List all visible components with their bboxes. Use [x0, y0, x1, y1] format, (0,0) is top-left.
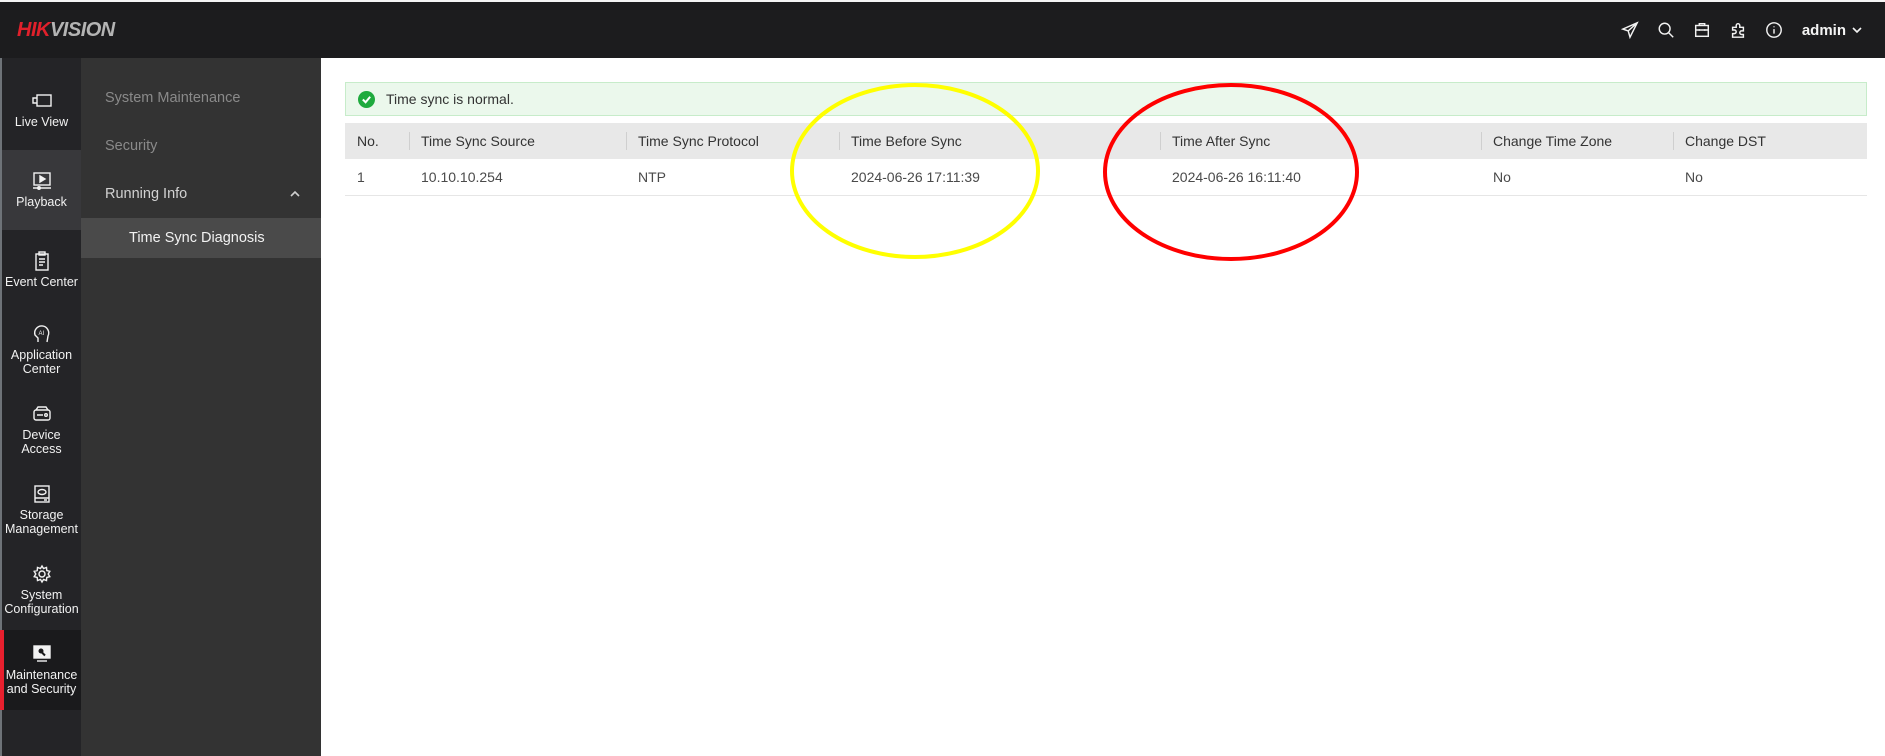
submenu-security[interactable]: Security — [81, 126, 321, 166]
column-header: No. — [357, 133, 379, 149]
puzzle-icon[interactable] — [1728, 20, 1748, 40]
main-nav-rail: Live View Playback Event Center AI Appli… — [0, 58, 81, 756]
submenu-label: Security — [105, 138, 158, 154]
column-header: Change DST — [1673, 123, 1867, 159]
nav-storage-management[interactable]: Storage Management — [2, 470, 81, 550]
submenu-system-maintenance[interactable]: System Maintenance — [81, 78, 321, 118]
nav-label: Device Access — [21, 428, 62, 456]
nav-live-view[interactable]: Live View — [2, 70, 81, 150]
nav-event-center[interactable]: Event Center — [2, 230, 81, 310]
nav-label: System Configuration — [4, 588, 79, 616]
hdd-icon — [33, 485, 50, 503]
table-header: No. Time Sync Source Time Sync Protocol … — [345, 123, 1867, 159]
submenu-running-info[interactable]: Running Info — [81, 174, 321, 214]
chevron-up-icon[interactable] — [289, 188, 301, 200]
hikvision-logo: HIKVISION — [17, 19, 115, 42]
nav-label: Application Center — [10, 348, 73, 376]
status-alert: Time sync is normal. — [345, 82, 1867, 116]
table-row: 1 10.10.10.254 NTP 2024-06-26 17:11:39 2… — [345, 159, 1867, 196]
cell-time-after-sync: 2024-06-26 16:11:40 — [1172, 169, 1301, 185]
time-sync-table: No. Time Sync Source Time Sync Protocol … — [345, 123, 1867, 196]
maintenance-icon — [32, 645, 51, 662]
nav-label: Playback — [16, 195, 67, 209]
nav-label: Storage Management — [5, 508, 78, 536]
nav-label: Live View — [14, 115, 69, 129]
chevron-down-icon — [1852, 27, 1862, 34]
nav-label: Event Center — [5, 275, 78, 289]
top-header: HIKVISION admin — [0, 2, 1885, 58]
check-circle-icon — [358, 90, 375, 108]
send-icon[interactable] — [1620, 20, 1640, 40]
clipboard-icon — [34, 251, 49, 271]
column-header: Time Sync Protocol — [626, 123, 839, 159]
alert-message: Time sync is normal. — [386, 91, 514, 107]
column-header: Time Before Sync — [839, 123, 1160, 159]
submenu-time-sync-diagnosis[interactable]: Time Sync Diagnosis — [81, 218, 321, 258]
device-icon — [32, 406, 51, 421]
cell-time-before-sync: 2024-06-26 17:11:39 — [851, 169, 980, 185]
nav-application-center[interactable]: AI Application Center — [2, 310, 81, 390]
submenu-label: Running Info — [105, 186, 188, 202]
main-content: Time sync is normal. No. Time Sync Sourc… — [321, 58, 1885, 756]
nav-label: Maintenance and Security — [5, 668, 78, 696]
submenu-label: Time Sync Diagnosis — [129, 230, 265, 246]
column-header: Time Sync Source — [409, 123, 626, 159]
toolbox-icon[interactable] — [1692, 20, 1712, 40]
cell-change-time-zone: No — [1493, 169, 1511, 185]
column-header: Time After Sync — [1160, 123, 1481, 159]
gear-icon — [32, 564, 51, 584]
info-icon[interactable] — [1764, 20, 1784, 40]
playback-icon — [32, 172, 51, 190]
column-header: Change Time Zone — [1481, 123, 1673, 159]
header-actions: admin — [1604, 2, 1863, 58]
search-icon[interactable] — [1656, 20, 1676, 40]
username: admin — [1801, 21, 1846, 39]
nav-maintenance-security[interactable]: Maintenance and Security — [0, 630, 81, 710]
ai-head-icon: AI — [33, 325, 49, 343]
svg-text:AI: AI — [38, 331, 44, 337]
cell-no: 1 — [357, 169, 365, 185]
camera-icon — [31, 94, 52, 107]
cell-sync-source: 10.10.10.254 — [421, 169, 503, 185]
logo-vision: VISION — [49, 19, 115, 41]
nav-system-configuration[interactable]: System Configuration — [2, 550, 81, 630]
submenu-label: System Maintenance — [105, 90, 241, 106]
cell-change-dst: No — [1685, 169, 1703, 185]
nav-device-access[interactable]: Device Access — [2, 390, 81, 470]
logo-hik: HIK — [17, 19, 50, 41]
nav-playback[interactable]: Playback — [2, 150, 81, 230]
cell-sync-protocol: NTP — [638, 169, 666, 185]
sub-menu: System Maintenance Security Running Info… — [81, 58, 321, 756]
user-menu[interactable]: admin — [1802, 22, 1863, 39]
